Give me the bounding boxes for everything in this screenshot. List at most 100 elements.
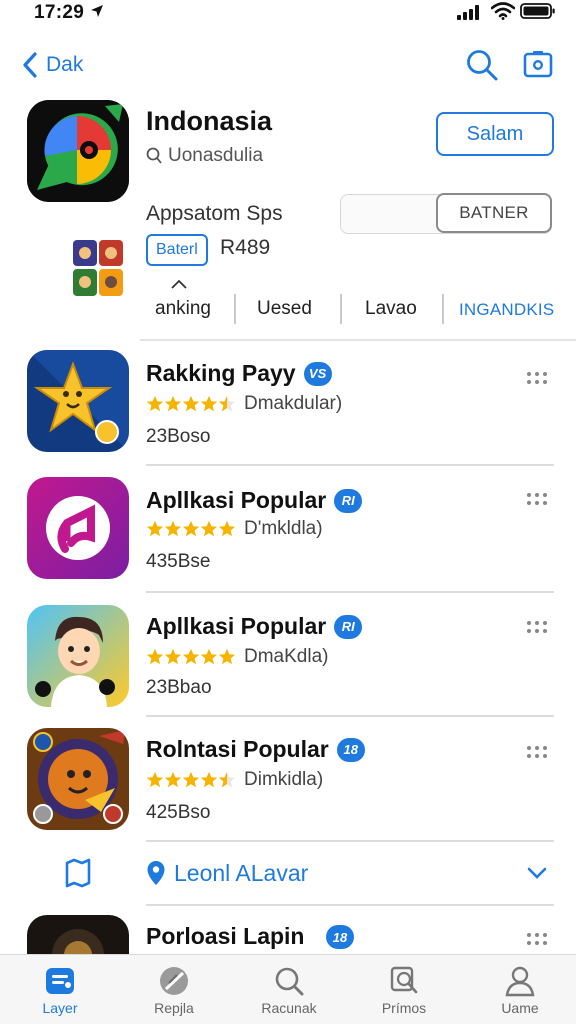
wifi-icon bbox=[491, 2, 515, 20]
tab-uame[interactable]: Uame bbox=[470, 955, 570, 1024]
chevron-down-icon bbox=[527, 867, 547, 879]
verified-badge: RI bbox=[334, 488, 363, 513]
search-icon[interactable] bbox=[465, 48, 499, 82]
search-icon bbox=[275, 967, 304, 996]
star-icon bbox=[164, 648, 182, 665]
avatar-icon bbox=[27, 605, 129, 707]
cellular-signal-icon bbox=[457, 5, 479, 20]
location-arrow-icon bbox=[91, 5, 103, 17]
tab-indonesia[interactable]: INGANDKIS bbox=[459, 300, 554, 320]
star-icon bbox=[146, 648, 164, 665]
star-app-icon bbox=[27, 350, 129, 452]
star-icon bbox=[146, 771, 164, 788]
verified-badge: RI bbox=[334, 614, 363, 639]
price-label: R489 bbox=[220, 236, 271, 259]
tab-label: Prímos bbox=[381, 1000, 427, 1016]
tab-ranking[interactable]: anking bbox=[155, 298, 211, 320]
app-icon-star[interactable] bbox=[27, 350, 129, 452]
app-category: DmaKdla) bbox=[244, 646, 329, 667]
tab-label: Repjla bbox=[154, 1000, 194, 1016]
more-icon[interactable] bbox=[526, 619, 548, 635]
star-icon bbox=[200, 520, 218, 537]
app-size: 23Boso bbox=[146, 426, 211, 447]
tab-label: Racunak bbox=[261, 1000, 317, 1016]
app-name: Rolntasi Popular 18 bbox=[146, 736, 365, 763]
tab-racunak[interactable]: Racunak bbox=[239, 955, 339, 1024]
camera-icon[interactable] bbox=[522, 48, 554, 80]
list-item[interactable]: Apllkasi Popular RI DmaKdla) 23Bbao bbox=[0, 605, 576, 717]
rating-stars: D'mkldla) bbox=[146, 518, 323, 540]
location-label: Leonl ALavar bbox=[174, 860, 309, 886]
app-size: 23Bbao bbox=[146, 677, 212, 698]
search-doc-icon bbox=[390, 966, 418, 994]
tabs-underline bbox=[140, 339, 576, 341]
rating-stars: Dimkidla) bbox=[146, 769, 323, 791]
list-item[interactable]: Rolntasi Popular 18 Dimkidla) 425Bso bbox=[0, 728, 576, 842]
compass-icon bbox=[160, 967, 188, 995]
app-icon-game[interactable] bbox=[27, 728, 129, 830]
tab-layer[interactable]: Layer bbox=[10, 955, 110, 1024]
banner-button[interactable]: BATNER bbox=[436, 193, 552, 233]
layers-icon bbox=[46, 968, 74, 994]
game-thumbnail-icon bbox=[72, 239, 124, 297]
star-icon bbox=[182, 648, 200, 665]
star-icon bbox=[200, 771, 218, 788]
app-icon-dark[interactable] bbox=[27, 915, 129, 954]
tab-lavao[interactable]: Lavao bbox=[365, 298, 417, 320]
game-icon bbox=[27, 915, 129, 954]
star-icon bbox=[164, 771, 182, 788]
tab-repjla[interactable]: Repjla bbox=[124, 955, 224, 1024]
star-icon bbox=[182, 771, 200, 788]
search-icon bbox=[146, 147, 162, 164]
app-category: Dmakdular) bbox=[244, 393, 343, 414]
tab-primos[interactable]: Prímos bbox=[354, 955, 454, 1024]
app-name: Porloasi Lapin bbox=[146, 923, 305, 949]
star-icon bbox=[218, 520, 236, 537]
rating-stars: Dmakdular) bbox=[146, 393, 342, 415]
back-button[interactable]: Dak bbox=[20, 50, 83, 80]
subtitle-text: Uonasdulia bbox=[168, 145, 264, 166]
list-item[interactable]: Apllkasi Popular RI D'mkldla) 435Bse bbox=[0, 477, 576, 593]
status-time: 17:29 bbox=[34, 2, 85, 23]
more-icon[interactable] bbox=[526, 744, 548, 760]
list-item[interactable]: Rakking Payy VS Dmakdular) 23Boso bbox=[0, 350, 576, 466]
star-icon bbox=[200, 648, 218, 665]
app-category: D'mkldla) bbox=[244, 518, 323, 539]
app-icon-character[interactable] bbox=[27, 605, 129, 707]
music-note-icon bbox=[27, 477, 129, 579]
row-divider bbox=[146, 464, 554, 466]
section-label: Appsatom Sps bbox=[146, 202, 283, 225]
app-icon-music[interactable] bbox=[27, 477, 129, 579]
battery-pill[interactable]: Baterl bbox=[146, 234, 208, 266]
chat-bubble-icon bbox=[27, 100, 129, 202]
star-half-icon bbox=[218, 395, 236, 412]
salam-button[interactable]: Salam bbox=[436, 112, 554, 156]
game-character-icon bbox=[27, 728, 129, 830]
status-bar: 17:29 bbox=[0, 0, 576, 30]
verified-badge: VS bbox=[303, 361, 332, 386]
app-title: Indonasia bbox=[146, 106, 273, 136]
tab-label: Layer bbox=[42, 1000, 78, 1016]
more-icon[interactable] bbox=[526, 370, 548, 386]
person-icon bbox=[505, 966, 535, 997]
app-thumbnail-grid[interactable] bbox=[72, 239, 124, 297]
app-category: Dimkidla) bbox=[244, 769, 324, 790]
star-icon bbox=[182, 395, 200, 412]
bottom-tab-bar: Layer Repjla Racunak Prímos Uame bbox=[0, 954, 576, 1024]
back-label: Dak bbox=[46, 53, 84, 76]
verified-badge: 18 bbox=[326, 925, 354, 949]
location-selector[interactable]: Leonl ALavar bbox=[0, 842, 576, 904]
app-name: Rakking Payy VS bbox=[146, 360, 332, 387]
star-icon bbox=[146, 520, 164, 537]
more-icon[interactable] bbox=[526, 931, 548, 947]
tab-used[interactable]: Uesed bbox=[257, 298, 312, 320]
star-icon bbox=[146, 395, 164, 412]
app-icon-indonasia[interactable] bbox=[27, 100, 129, 202]
star-icon bbox=[164, 520, 182, 537]
rating-stars: DmaKdla) bbox=[146, 646, 328, 668]
star-half-icon bbox=[218, 771, 236, 788]
list-item[interactable]: Porloasi Lapin 18 bbox=[0, 915, 576, 954]
row-divider bbox=[146, 591, 554, 593]
row-divider bbox=[146, 904, 554, 906]
more-icon[interactable] bbox=[526, 491, 548, 507]
